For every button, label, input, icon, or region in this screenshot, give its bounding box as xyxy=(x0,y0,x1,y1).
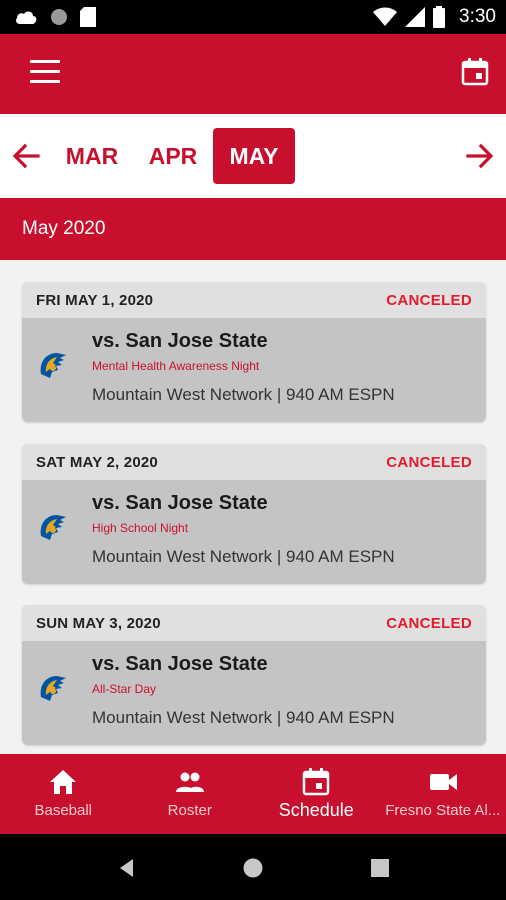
app-bar xyxy=(0,34,506,114)
game-card[interactable]: FRI MAY 1, 2020 CANCELED vs. San Jose St… xyxy=(22,282,486,422)
broadcast-info: Mountain West Network | 940 AM ESPN xyxy=(92,708,395,727)
month-selector: MAR APR MAY xyxy=(0,114,506,198)
sd-card-icon xyxy=(80,7,96,27)
nav-label: Baseball xyxy=(34,802,93,819)
nav-item-schedule[interactable]: Schedule xyxy=(253,754,380,834)
game-date: FRI MAY 1, 2020 xyxy=(36,291,154,309)
home-circle-icon[interactable] xyxy=(241,856,265,880)
section-header-month: May 2020 xyxy=(0,198,506,260)
people-icon xyxy=(175,772,204,792)
game-card[interactable]: SAT MAY 2, 2020 CANCELED vs. San Jose St… xyxy=(22,444,486,584)
game-card[interactable]: SUN MAY 3, 2020 CANCELED vs. San Jose St… xyxy=(22,605,486,745)
game-card-body: vs. San Jose State High School Night Mou… xyxy=(22,480,486,584)
arrow-right-icon[interactable] xyxy=(464,140,496,172)
calendar-icon[interactable] xyxy=(460,57,490,87)
game-card-header: FRI MAY 1, 2020 CANCELED xyxy=(22,282,486,318)
game-card-header: SUN MAY 3, 2020 CANCELED xyxy=(22,605,486,641)
game-status-badge: CANCELED xyxy=(386,291,472,309)
game-status-badge: CANCELED xyxy=(386,453,472,471)
month-tab-mar[interactable]: MAR xyxy=(60,128,124,184)
circle-icon xyxy=(51,9,67,25)
hamburger-menu-icon[interactable] xyxy=(30,60,60,86)
nav-item-roster[interactable]: Roster xyxy=(127,754,254,834)
recents-square-icon[interactable] xyxy=(368,856,392,880)
battery-icon xyxy=(433,6,446,28)
opponent-name: vs. San Jose State xyxy=(92,653,268,675)
month-tab-apr[interactable]: APR xyxy=(144,128,202,184)
nav-item-fresno-state-all-access[interactable]: Fresno State Al... xyxy=(380,754,506,834)
nav-item-baseball[interactable]: Baseball xyxy=(0,754,127,834)
game-status-badge: CANCELED xyxy=(386,614,472,632)
game-date: SUN MAY 3, 2020 xyxy=(36,614,161,632)
spartan-logo-icon xyxy=(40,515,66,540)
wifi-icon xyxy=(373,7,398,26)
bottom-navigation: Baseball Roster Schedule Fresno State Al… xyxy=(0,754,506,834)
game-card-body: vs. San Jose State Mental Health Awarene… xyxy=(22,318,486,422)
promotion-label: All-Star Day xyxy=(92,682,157,696)
broadcast-info: Mountain West Network | 940 AM ESPN xyxy=(92,385,395,404)
video-camera-icon xyxy=(429,774,457,790)
arrow-left-icon[interactable] xyxy=(10,140,42,172)
spartan-logo-icon xyxy=(40,353,66,378)
system-navigation-bar xyxy=(0,834,506,900)
calendar-event-icon xyxy=(303,768,330,796)
nav-label: Fresno State Al... xyxy=(385,802,501,819)
game-date: SAT MAY 2, 2020 xyxy=(36,453,158,471)
broadcast-info: Mountain West Network | 940 AM ESPN xyxy=(92,547,395,566)
spartan-logo-icon xyxy=(40,676,66,701)
promotion-label: High School Night xyxy=(92,521,189,535)
nav-label: Schedule xyxy=(278,800,354,820)
signal-icon xyxy=(405,7,426,27)
clock-time: 3:30 xyxy=(459,6,496,27)
status-bar: 3:30 xyxy=(0,0,506,34)
game-card-body: vs. San Jose State All-Star Day Mountain… xyxy=(22,641,486,745)
home-icon xyxy=(50,770,77,794)
promotion-label: Mental Health Awareness Night xyxy=(92,359,260,373)
back-triangle-icon[interactable] xyxy=(115,856,139,880)
opponent-name: vs. San Jose State xyxy=(92,330,268,352)
cloud-icon xyxy=(16,11,37,24)
game-card-header: SAT MAY 2, 2020 CANCELED xyxy=(22,444,486,480)
nav-label: Roster xyxy=(167,802,212,819)
month-tab-may[interactable]: MAY xyxy=(213,128,295,184)
opponent-name: vs. San Jose State xyxy=(92,492,268,514)
